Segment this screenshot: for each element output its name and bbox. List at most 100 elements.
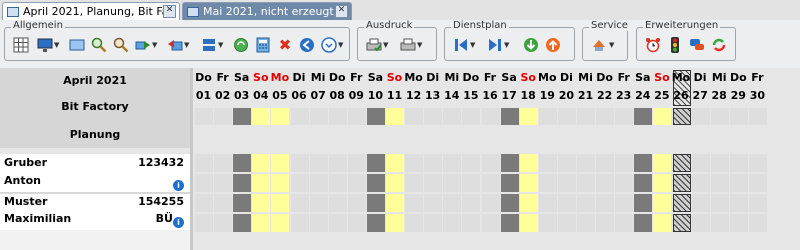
status-cell[interactable] bbox=[557, 108, 576, 125]
status-cell[interactable] bbox=[386, 108, 404, 125]
status-cell[interactable] bbox=[691, 108, 710, 125]
shift-cell[interactable] bbox=[577, 194, 595, 212]
status-cell[interactable] bbox=[672, 108, 691, 125]
shift-cell[interactable] bbox=[328, 154, 347, 172]
shift-cell[interactable] bbox=[386, 214, 404, 232]
shift-cell[interactable] bbox=[195, 174, 213, 192]
shift-cell[interactable] bbox=[271, 214, 290, 232]
calculator-icon[interactable] bbox=[255, 37, 271, 53]
shift-cell[interactable] bbox=[252, 214, 271, 232]
shift-cell[interactable] bbox=[596, 154, 615, 172]
next-icon[interactable] bbox=[487, 37, 503, 53]
shift-cell[interactable] bbox=[577, 154, 595, 172]
shift-cell[interactable] bbox=[309, 214, 328, 232]
shift-cell[interactable] bbox=[710, 154, 729, 172]
shift-cell[interactable] bbox=[748, 174, 767, 192]
zoom-in-icon[interactable] bbox=[91, 37, 107, 53]
shift-cell[interactable] bbox=[557, 174, 576, 192]
shift-cell[interactable] bbox=[729, 154, 748, 172]
status-cell[interactable] bbox=[443, 108, 462, 125]
chevron-down-icon[interactable]: ▼ bbox=[152, 41, 157, 49]
shift-cell[interactable] bbox=[252, 174, 271, 192]
shift-cell[interactable] bbox=[405, 174, 424, 192]
upload-icon[interactable] bbox=[545, 37, 561, 53]
info-icon[interactable]: i bbox=[173, 217, 184, 228]
shift-cell[interactable] bbox=[557, 154, 576, 172]
status-cell[interactable] bbox=[615, 108, 634, 125]
shift-cell[interactable] bbox=[634, 214, 653, 232]
shift-cell[interactable] bbox=[424, 174, 443, 192]
shift-cell[interactable] bbox=[615, 214, 634, 232]
shift-cell[interactable] bbox=[500, 174, 519, 192]
monitor-icon[interactable] bbox=[37, 37, 53, 53]
shift-cell[interactable] bbox=[328, 214, 347, 232]
shift-cell[interactable] bbox=[500, 214, 519, 232]
chevron-down-icon[interactable]: ▼ bbox=[609, 41, 614, 49]
shift-cell[interactable] bbox=[653, 214, 672, 232]
status-cell[interactable] bbox=[405, 108, 424, 125]
previous-icon[interactable] bbox=[453, 37, 469, 53]
shift-cell[interactable] bbox=[672, 194, 691, 212]
status-cell[interactable] bbox=[252, 108, 271, 125]
zoom-out-icon[interactable] bbox=[113, 37, 129, 53]
shift-cell[interactable] bbox=[443, 214, 462, 232]
shift-cell[interactable] bbox=[309, 154, 328, 172]
transfer-icon[interactable] bbox=[135, 37, 151, 53]
shift-cell[interactable] bbox=[634, 174, 653, 192]
shift-cell[interactable] bbox=[462, 154, 481, 172]
shift-cell[interactable] bbox=[596, 194, 615, 212]
shift-cell[interactable] bbox=[252, 194, 271, 212]
shift-cell[interactable] bbox=[214, 194, 233, 212]
close-icon[interactable]: ✕ bbox=[163, 5, 176, 18]
options-icon[interactable] bbox=[321, 37, 337, 53]
shift-cell[interactable] bbox=[729, 214, 748, 232]
shift-cell[interactable] bbox=[748, 194, 767, 212]
shift-cell[interactable] bbox=[729, 194, 748, 212]
alarm-clock-icon[interactable] bbox=[645, 37, 661, 53]
chevron-down-icon[interactable]: ▼ bbox=[504, 41, 509, 49]
status-cell[interactable] bbox=[596, 108, 615, 125]
shift-cell[interactable] bbox=[347, 214, 366, 232]
status-cell[interactable] bbox=[481, 108, 500, 125]
shift-cell[interactable] bbox=[233, 154, 252, 172]
status-cell[interactable] bbox=[538, 108, 557, 125]
shift-cell[interactable] bbox=[519, 214, 538, 232]
status-cell[interactable] bbox=[366, 108, 385, 125]
status-cell[interactable] bbox=[290, 108, 309, 125]
shift-cell[interactable] bbox=[748, 214, 767, 232]
shift-cell[interactable] bbox=[462, 174, 481, 192]
status-cell[interactable] bbox=[748, 108, 767, 125]
shift-cell[interactable] bbox=[195, 214, 213, 232]
shift-cell[interactable] bbox=[577, 174, 595, 192]
shift-cell[interactable] bbox=[653, 154, 672, 172]
shift-cell[interactable] bbox=[424, 214, 443, 232]
shift-cell[interactable] bbox=[596, 214, 615, 232]
sync-icon[interactable] bbox=[711, 37, 727, 53]
employee-row[interactable]: Gruber 123432 Anton i bbox=[0, 154, 190, 192]
status-cell[interactable] bbox=[653, 108, 672, 125]
shift-cell[interactable] bbox=[462, 214, 481, 232]
shift-cell[interactable] bbox=[309, 174, 328, 192]
status-cell[interactable] bbox=[195, 108, 213, 125]
shift-cell[interactable] bbox=[538, 174, 557, 192]
shift-cell[interactable] bbox=[195, 154, 213, 172]
status-cell[interactable] bbox=[309, 108, 328, 125]
chevron-down-icon[interactable]: ▼ bbox=[218, 41, 223, 49]
shift-cell[interactable] bbox=[366, 154, 385, 172]
print-check-icon[interactable] bbox=[366, 37, 382, 53]
shift-cell[interactable] bbox=[366, 214, 385, 232]
shift-cell[interactable] bbox=[366, 174, 385, 192]
shift-cell[interactable] bbox=[214, 174, 233, 192]
status-cell[interactable] bbox=[424, 108, 443, 125]
shift-cell[interactable] bbox=[290, 194, 309, 212]
status-cell[interactable] bbox=[233, 108, 252, 125]
chevron-down-icon[interactable]: ▼ bbox=[417, 41, 422, 49]
shift-cell[interactable] bbox=[672, 154, 691, 172]
shift-cell[interactable] bbox=[405, 214, 424, 232]
info-icon[interactable]: i bbox=[173, 180, 184, 191]
shift-cell[interactable] bbox=[347, 174, 366, 192]
shift-cell[interactable] bbox=[214, 214, 233, 232]
status-cell[interactable] bbox=[577, 108, 595, 125]
shift-cell[interactable] bbox=[481, 214, 500, 232]
shift-cell[interactable] bbox=[691, 214, 710, 232]
